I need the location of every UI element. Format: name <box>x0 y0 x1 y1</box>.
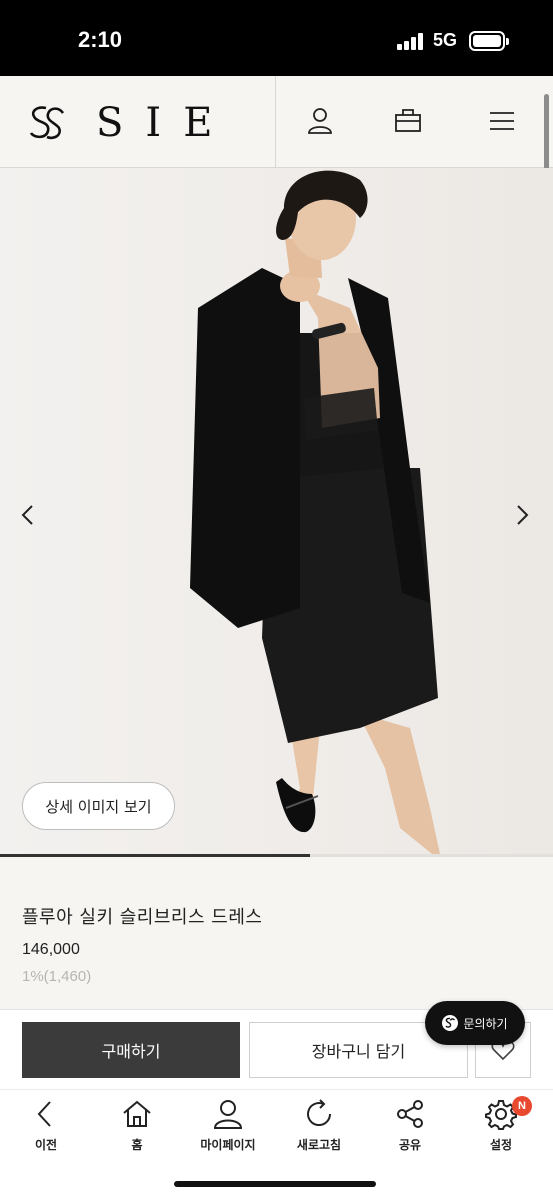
user-icon <box>213 1100 243 1129</box>
toolbar-share-label: 공유 <box>398 1138 422 1152</box>
signal-icon <box>397 33 425 50</box>
toolbar-home[interactable]: 홈 <box>92 1098 182 1158</box>
toolbar-home-label: 홈 <box>131 1138 143 1152</box>
buy-now-button[interactable]: 구매하기 <box>22 1022 240 1078</box>
home-icon <box>123 1100 151 1127</box>
inquiry-button[interactable]: 문의하기 <box>425 1001 525 1045</box>
product-image-slider[interactable]: 상세 이미지 보기 <box>0 168 553 854</box>
toolbar-settings-label: 설정 <box>489 1138 513 1152</box>
site-header: SIE <box>0 76 553 168</box>
product-price: 146,000 <box>22 941 80 958</box>
product-info: 플루아 실키 슬리브리스 드레스 146,000 1%(1,460) <box>0 857 553 1009</box>
view-detail-images-button[interactable]: 상세 이미지 보기 <box>22 782 175 830</box>
toolbar-back-label: 이전 <box>34 1138 58 1152</box>
status-time: 2:10 <box>78 27 123 52</box>
toolbar-refresh-label: 새로고침 <box>296 1138 342 1152</box>
page: 2:10 5G SIE 상세 이미지 보기 플루아 실키 슬리브리스 드레스 1… <box>0 0 553 1200</box>
product-points: 1%(1,460) <box>22 968 92 985</box>
toolbar-share[interactable]: 공유 <box>365 1098 455 1158</box>
logo-mark-icon <box>29 106 65 140</box>
next-image-arrow-icon[interactable] <box>510 498 534 532</box>
status-bar: 2:10 5G <box>0 0 553 76</box>
toolbar-back[interactable]: 이전 <box>1 1098 91 1158</box>
toolbar-mypage[interactable]: 마이페이지 <box>183 1098 273 1158</box>
refresh-icon <box>307 1099 332 1126</box>
back-arrow-icon <box>37 1101 51 1127</box>
toolbar-refresh[interactable]: 새로고침 <box>274 1098 364 1158</box>
toolbar-mypage-label: 마이페이지 <box>200 1138 256 1152</box>
inquiry-logo-icon <box>442 1015 459 1031</box>
brand-logo[interactable]: SIE <box>26 100 234 146</box>
toolbar-settings[interactable]: N 설정 <box>456 1096 546 1158</box>
product-name: 플루아 실키 슬리브리스 드레스 <box>22 907 263 928</box>
network-type: 5G <box>433 30 458 50</box>
battery-tip <box>506 38 509 45</box>
inquiry-label: 문의하기 <box>463 1016 508 1031</box>
shopping-bag-icon[interactable] <box>393 106 423 136</box>
battery-icon <box>469 31 505 51</box>
user-icon[interactable] <box>305 106 335 136</box>
prev-image-arrow-icon[interactable] <box>16 498 40 532</box>
settings-new-badge: N <box>512 1096 532 1116</box>
menu-icon[interactable] <box>487 106 517 136</box>
share-icon <box>397 1100 423 1128</box>
home-indicator <box>174 1181 376 1187</box>
product-photo <box>0 168 553 854</box>
brand-name: SIE <box>96 100 235 146</box>
header-divider <box>275 76 276 168</box>
